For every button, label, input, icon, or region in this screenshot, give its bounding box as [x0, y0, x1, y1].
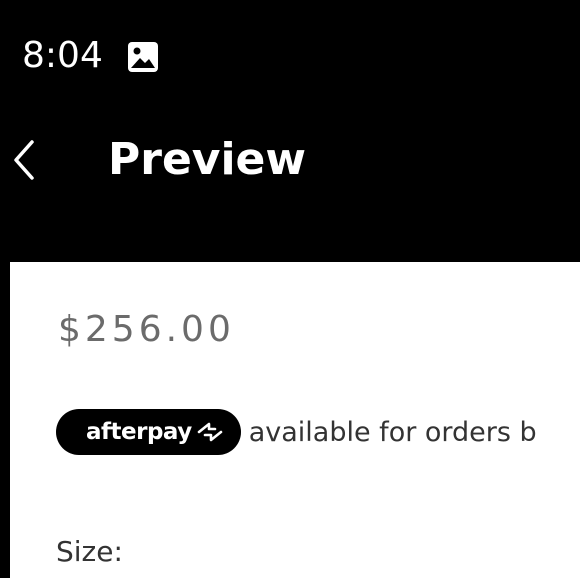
back-button[interactable] — [0, 130, 48, 194]
status-bar: 8:04 — [0, 0, 580, 110]
size-label: Size: — [56, 535, 123, 568]
afterpay-badge-label: afterpay — [86, 419, 192, 445]
afterpay-arrows-icon — [195, 420, 225, 444]
product-content: $256.00 afterpay available for orders b … — [10, 262, 580, 578]
image-icon — [126, 40, 160, 74]
chevron-left-icon — [10, 138, 38, 186]
page-title: Preview — [108, 134, 307, 185]
afterpay-row: afterpay available for orders b — [56, 408, 537, 456]
afterpay-note: available for orders b — [248, 416, 537, 448]
afterpay-badge[interactable]: afterpay — [56, 409, 241, 455]
app-bar: Preview — [0, 110, 580, 262]
product-price: $256.00 — [58, 309, 235, 350]
status-time: 8:04 — [22, 35, 103, 76]
